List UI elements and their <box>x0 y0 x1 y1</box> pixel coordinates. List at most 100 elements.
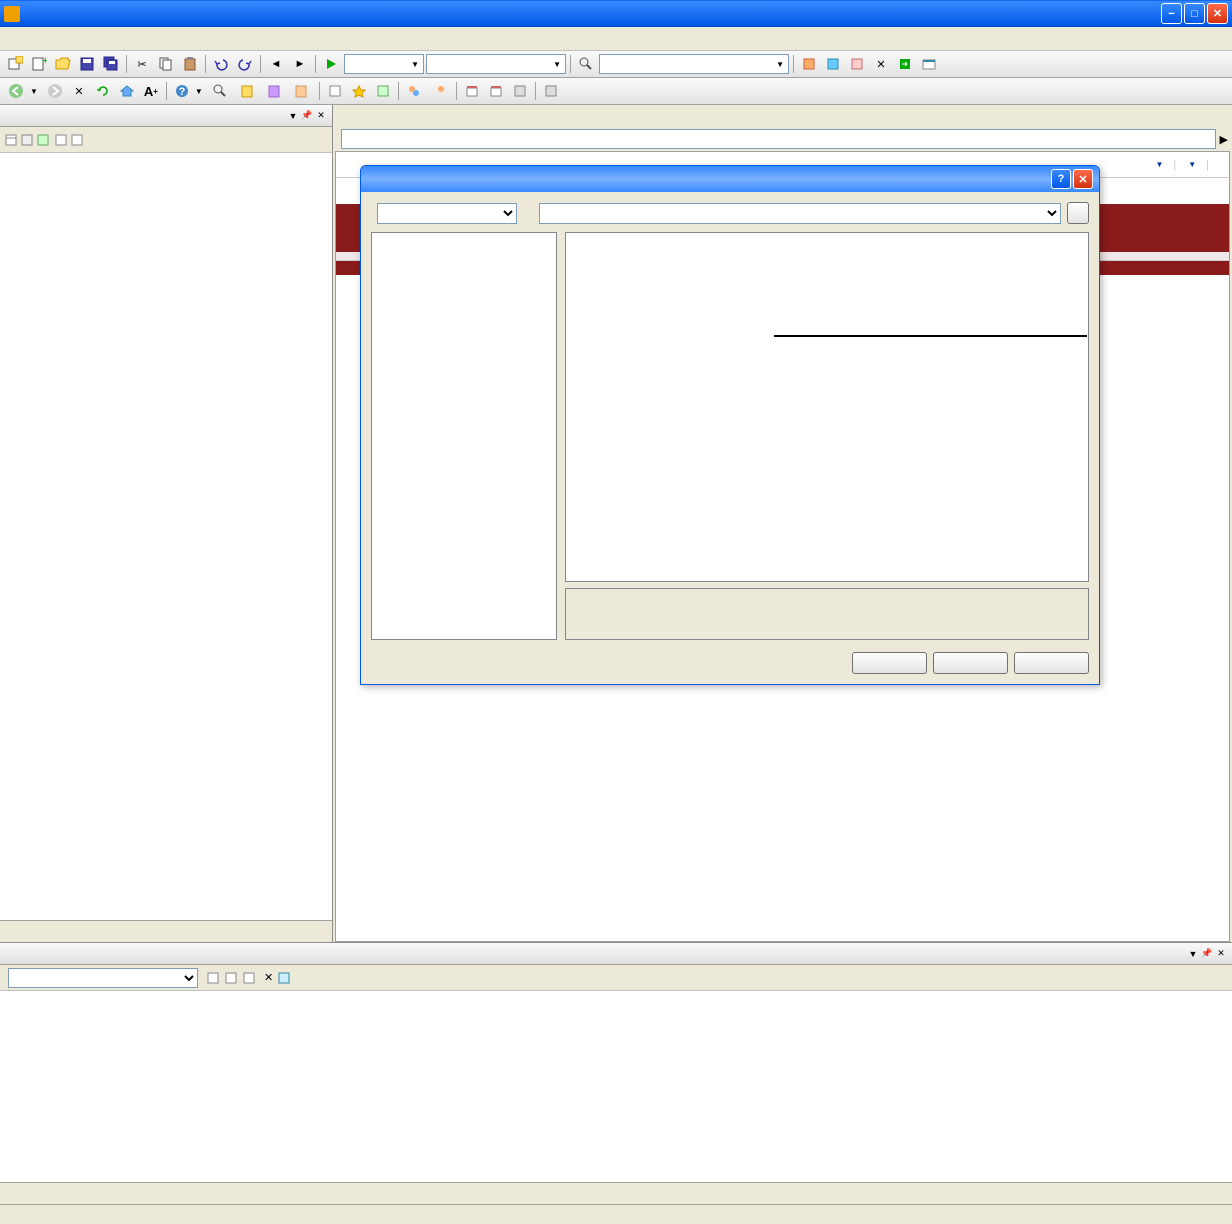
pin-icon[interactable]: 📌 <box>300 109 314 123</box>
find-icon[interactable] <box>575 53 597 75</box>
close-button[interactable]: ✕ <box>1207 3 1228 24</box>
wrap-icon[interactable] <box>277 971 291 985</box>
tb-icon-2[interactable] <box>822 53 844 75</box>
microsoft-link[interactable]: ▼ <box>1186 160 1196 169</box>
tb2-icon-3[interactable] <box>372 80 394 102</box>
svg-text:?: ? <box>179 86 186 98</box>
document-tabs <box>333 105 1232 127</box>
solution-explorer-panel: ▼ 📌 ✕ <box>0 105 333 942</box>
find-combo[interactable]: ▼ <box>599 54 789 74</box>
minimize-button[interactable]: − <box>1161 3 1182 24</box>
platform-combo[interactable]: ▼ <box>426 54 566 74</box>
apply-button[interactable] <box>1014 652 1089 674</box>
property-tree[interactable] <box>371 232 557 640</box>
font-icon[interactable]: A+ <box>140 80 162 102</box>
url-bar: ▶ <box>333 127 1232 151</box>
output-body[interactable] <box>0 991 1232 1182</box>
platform-select[interactable] <box>539 203 1061 224</box>
go-icon[interactable]: ▶ <box>1220 133 1228 146</box>
output-toolbar: ✕ <box>0 965 1232 991</box>
url-input[interactable] <box>341 129 1216 149</box>
help-favorites-button[interactable] <box>290 84 315 98</box>
dropdown-icon[interactable]: ▼ <box>1186 947 1200 961</box>
view-designer-icon[interactable] <box>70 133 84 147</box>
show-all-icon[interactable] <box>20 133 34 147</box>
tb2-icon-6[interactable] <box>485 80 507 102</box>
statusbar <box>0 1204 1232 1224</box>
close-icon[interactable]: ✕ <box>1214 947 1228 961</box>
dialog-titlebar[interactable]: ? ✕ <box>361 166 1099 192</box>
add-item-button[interactable]: + <box>28 53 50 75</box>
properties-icon[interactable] <box>4 133 18 147</box>
stop-icon[interactable]: ✕ <box>68 80 90 102</box>
solution-explorer-header: ▼ 📌 ✕ <box>0 105 332 127</box>
solution-tree[interactable] <box>0 153 332 920</box>
tb2-icon-2[interactable] <box>348 80 370 102</box>
app-icon <box>4 6 20 22</box>
output-panel: ▼ 📌 ✕ ✕ <box>0 942 1232 1182</box>
toolbar-standard: + ✂ ◄ ► ▼ ▼ ▼ ✕ <box>0 51 1232 78</box>
tb-icon-4[interactable]: ✕ <box>870 53 892 75</box>
config-combo[interactable]: ▼ <box>344 54 424 74</box>
region-link[interactable]: ▼ <box>1153 160 1163 169</box>
tb-icon-3[interactable] <box>846 53 868 75</box>
save-button[interactable] <box>76 53 98 75</box>
tb2-icon-4[interactable] <box>430 80 452 102</box>
config-select[interactable] <box>377 203 517 224</box>
open-button[interactable] <box>52 53 74 75</box>
save-all-button[interactable] <box>100 53 122 75</box>
solution-explorer-toolbar <box>0 127 332 153</box>
config-manager-button[interactable] <box>1067 202 1089 224</box>
search-button[interactable] <box>209 84 234 98</box>
start-debug-button[interactable] <box>320 53 342 75</box>
out-icon-3[interactable] <box>242 971 256 985</box>
show-output-combo[interactable] <box>8 968 198 988</box>
out-icon-2[interactable] <box>224 971 238 985</box>
forward-button[interactable] <box>44 80 66 102</box>
close-button[interactable]: ✕ <box>1073 169 1093 189</box>
undo-button[interactable] <box>210 53 232 75</box>
contents-button[interactable] <box>263 84 288 98</box>
tb2-icon-1[interactable] <box>324 80 346 102</box>
bottom-tabs <box>0 1182 1232 1204</box>
index-button[interactable] <box>236 84 261 98</box>
refresh-tree-icon[interactable] <box>36 133 50 147</box>
dropdown-icon[interactable]: ▼ <box>286 109 300 123</box>
titlebar: − □ ✕ <box>0 0 1232 27</box>
tb2-icon-7[interactable] <box>509 80 531 102</box>
home-icon[interactable] <box>116 80 138 102</box>
refresh-icon[interactable] <box>92 80 114 102</box>
runtime-library-dropdown[interactable] <box>774 335 1087 337</box>
new-project-button[interactable] <box>4 53 26 75</box>
help-button[interactable]: ? <box>1051 169 1071 189</box>
tb2-icon-8[interactable] <box>540 80 562 102</box>
paste-button[interactable] <box>179 53 201 75</box>
left-panel-tabs <box>0 920 332 942</box>
how-do-i-button[interactable]: ?▼ <box>171 84 207 98</box>
msdn-forums-button[interactable] <box>403 84 428 98</box>
toolbar-help: ▼ ✕ A+ ?▼ <box>0 78 1232 105</box>
cut-button[interactable]: ✂ <box>131 53 153 75</box>
tb2-icon-5[interactable] <box>461 80 483 102</box>
close-icon[interactable]: ✕ <box>314 109 328 123</box>
tb-icon-5[interactable] <box>894 53 916 75</box>
back-button[interactable]: ▼ <box>4 83 42 99</box>
svg-text:+: + <box>42 56 47 67</box>
property-grid[interactable] <box>565 232 1089 582</box>
out-icon-1[interactable] <box>206 971 220 985</box>
property-pages-dialog: ? ✕ <box>360 165 1100 685</box>
ok-button[interactable] <box>852 652 927 674</box>
view-code-icon[interactable] <box>54 133 68 147</box>
tb-icon-1[interactable] <box>798 53 820 75</box>
nav-back-button[interactable]: ◄ <box>265 53 287 75</box>
copy-button[interactable] <box>155 53 177 75</box>
menubar <box>0 27 1232 51</box>
pin-icon[interactable]: 📌 <box>1200 947 1214 961</box>
maximize-button[interactable]: □ <box>1184 3 1205 24</box>
cancel-button[interactable] <box>933 652 1008 674</box>
redo-button[interactable] <box>234 53 256 75</box>
property-description <box>565 588 1089 640</box>
tb-icon-6[interactable] <box>918 53 940 75</box>
nav-fwd-button[interactable]: ► <box>289 53 311 75</box>
clear-icon[interactable]: ✕ <box>264 971 273 984</box>
